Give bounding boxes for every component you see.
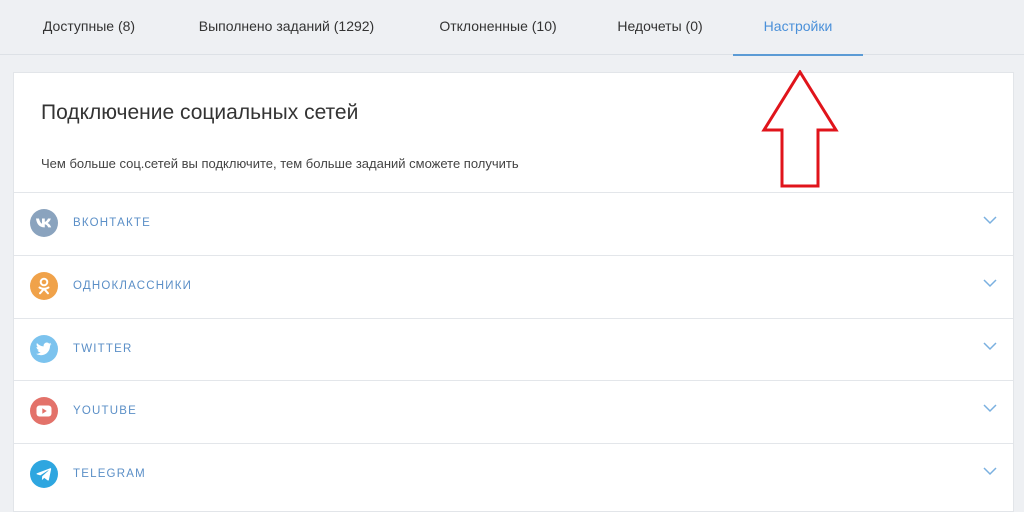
tab-completed[interactable]: Выполнено заданий (1292): [191, 0, 382, 55]
section-title: Подключение социальных сетей: [41, 101, 359, 124]
network-label: ОДНОКЛАССНИКИ: [73, 280, 193, 292]
vk-icon: [30, 209, 58, 237]
network-label: ВКОНТАКТЕ: [73, 217, 151, 229]
chevron-down-icon[interactable]: [983, 403, 997, 413]
network-label: TELEGRAM: [73, 468, 146, 480]
chevron-down-icon[interactable]: [983, 466, 997, 476]
network-row-vk[interactable]: ВКОНТАКТЕ: [14, 192, 1013, 255]
chevron-down-icon[interactable]: [983, 215, 997, 225]
network-row-twitter[interactable]: TWITTER: [14, 318, 1013, 381]
tab-settings[interactable]: Настройки: [733, 0, 863, 56]
odnoklassniki-icon: [30, 272, 58, 300]
tab-available[interactable]: Доступные (8): [40, 0, 138, 55]
network-row-youtube[interactable]: YOUTUBE: [14, 380, 1013, 443]
section-subtitle: Чем больше соц.сетей вы подключите, тем …: [41, 156, 519, 171]
tab-bar: Доступные (8) Выполнено заданий (1292) О…: [0, 0, 1024, 56]
red-arrow-up-icon: [761, 70, 839, 188]
social-networks-card: Подключение социальных сетей Чем больше …: [13, 72, 1014, 512]
chevron-down-icon[interactable]: [983, 341, 997, 351]
network-row-telegram[interactable]: TELEGRAM: [14, 443, 1013, 506]
network-label: YOUTUBE: [73, 405, 137, 417]
tab-flaws[interactable]: Недочеты (0): [614, 0, 706, 55]
twitter-icon: [30, 335, 58, 363]
telegram-icon: [30, 460, 58, 488]
youtube-icon: [30, 397, 58, 425]
network-row-odnoklassniki[interactable]: ОДНОКЛАССНИКИ: [14, 255, 1013, 318]
chevron-down-icon[interactable]: [983, 278, 997, 288]
tab-rejected[interactable]: Отклоненные (10): [434, 0, 562, 55]
network-label: TWITTER: [73, 343, 133, 355]
